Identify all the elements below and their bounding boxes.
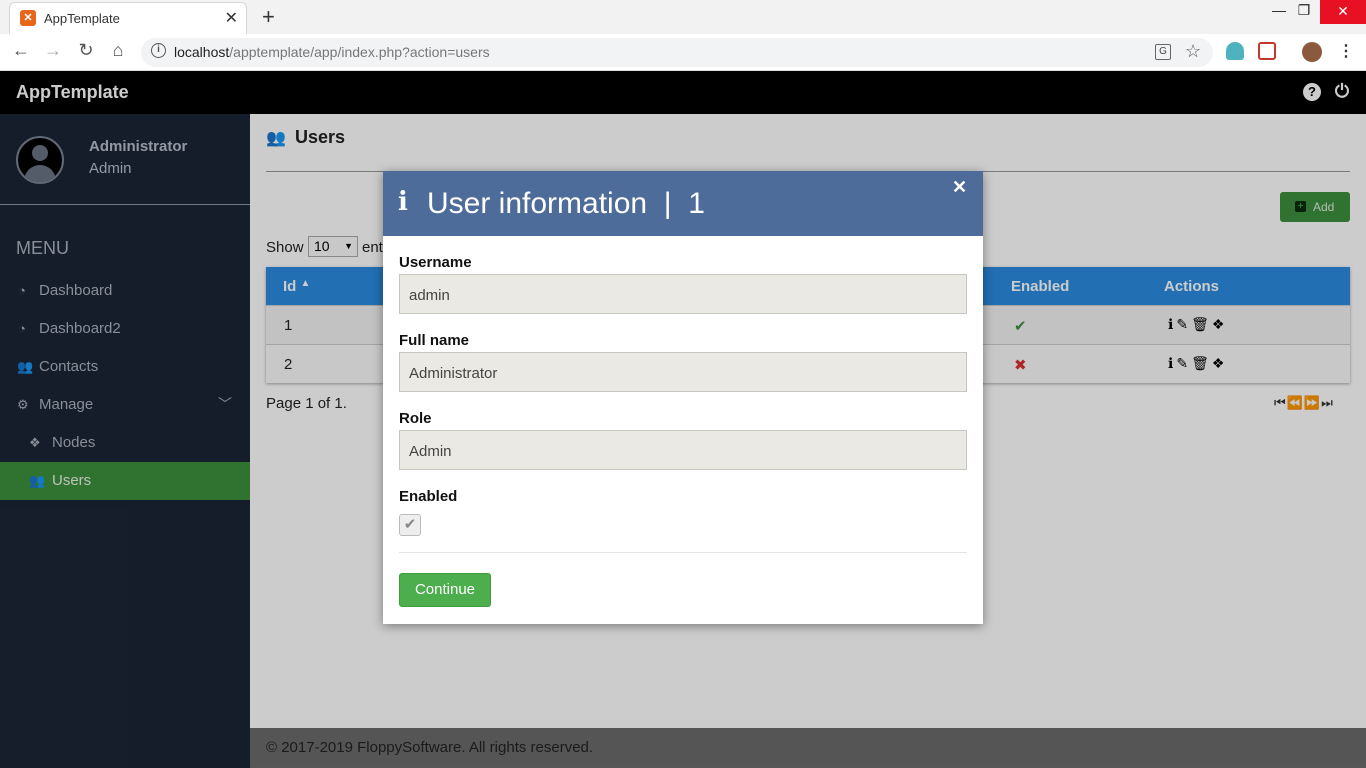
user-info-modal: i User information | 1 ✕ Username admin … — [383, 171, 983, 624]
close-icon[interactable]: ✕ — [952, 177, 967, 198]
username-field[interactable]: admin — [399, 274, 967, 314]
tab-title: AppTemplate — [44, 11, 120, 26]
new-tab-button[interactable]: + — [262, 4, 275, 30]
modal-title: User information | 1 — [427, 187, 705, 220]
profile-avatar[interactable] — [1302, 42, 1322, 62]
browser-tabstrip: ✕ AppTemplate ✕ + — ❐ ✕ — [0, 0, 1366, 34]
site-info-icon[interactable]: i — [151, 43, 166, 58]
username-label: Username — [399, 254, 472, 271]
restore-window-icon[interactable]: ❐ — [1291, 2, 1317, 19]
fullname-field[interactable]: Administrator — [399, 352, 967, 392]
minimize-window-icon[interactable]: — — [1266, 2, 1292, 18]
url-text[interactable]: localhost/apptemplate/app/index.php?acti… — [174, 44, 490, 60]
translate-icon[interactable]: G — [1155, 44, 1171, 60]
tab-close-icon[interactable]: ✕ — [225, 8, 238, 28]
close-window-button[interactable]: ✕ — [1320, 0, 1366, 24]
bookmark-star-icon[interactable]: ☆ — [1185, 41, 1201, 62]
fullname-label: Full name — [399, 332, 470, 349]
browser-toolbar: ← → ↻ ⌂ i localhost/apptemplate/app/inde… — [0, 34, 1366, 71]
role-field[interactable]: Admin — [399, 430, 967, 470]
back-icon[interactable]: ← — [10, 40, 32, 61]
modal-divider — [399, 552, 967, 553]
continue-button[interactable]: Continue — [399, 573, 491, 607]
xampp-favicon-icon: ✕ — [20, 10, 36, 26]
info-icon: i — [398, 187, 408, 217]
browser-menu-icon[interactable]: ⋮ — [1338, 41, 1354, 61]
home-icon[interactable]: ⌂ — [107, 40, 129, 61]
extension-icon[interactable] — [1226, 42, 1244, 60]
modal-header: i User information | 1 ✕ — [383, 171, 983, 236]
role-label: Role — [399, 410, 432, 427]
browser-tab[interactable]: ✕ AppTemplate ✕ — [9, 2, 247, 34]
reload-icon[interactable]: ↻ — [75, 40, 97, 61]
forward-icon[interactable]: → — [42, 40, 64, 61]
pocket-extension-icon[interactable] — [1258, 42, 1276, 60]
enabled-label: Enabled — [399, 488, 458, 505]
address-bar[interactable]: i localhost/apptemplate/app/index.php?ac… — [141, 38, 1213, 67]
enabled-checkbox[interactable]: ✔ — [399, 514, 421, 536]
